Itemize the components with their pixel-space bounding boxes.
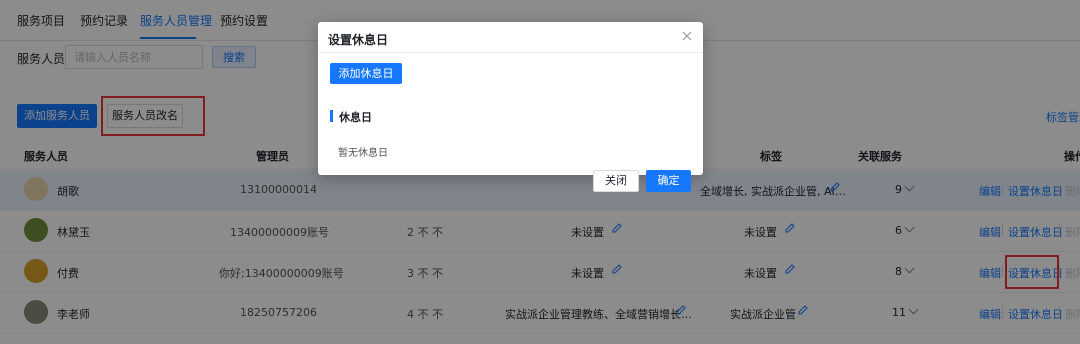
section-title: 休息日 xyxy=(339,111,372,124)
confirm-button[interactable]: 确定 xyxy=(646,170,691,192)
rest-day-dialog: 设置休息日 添加休息日 休息日 暂无休息日 xyxy=(318,22,703,175)
close-icon[interactable] xyxy=(681,30,693,42)
dialog-title: 设置休息日 xyxy=(328,33,389,47)
section-marker xyxy=(330,110,333,122)
divider xyxy=(318,52,703,53)
empty-state-text: 暂无休息日 xyxy=(338,148,388,159)
close-button[interactable]: 关闭 xyxy=(593,170,639,192)
add-rest-day-button[interactable]: 添加休息日 xyxy=(330,63,402,84)
